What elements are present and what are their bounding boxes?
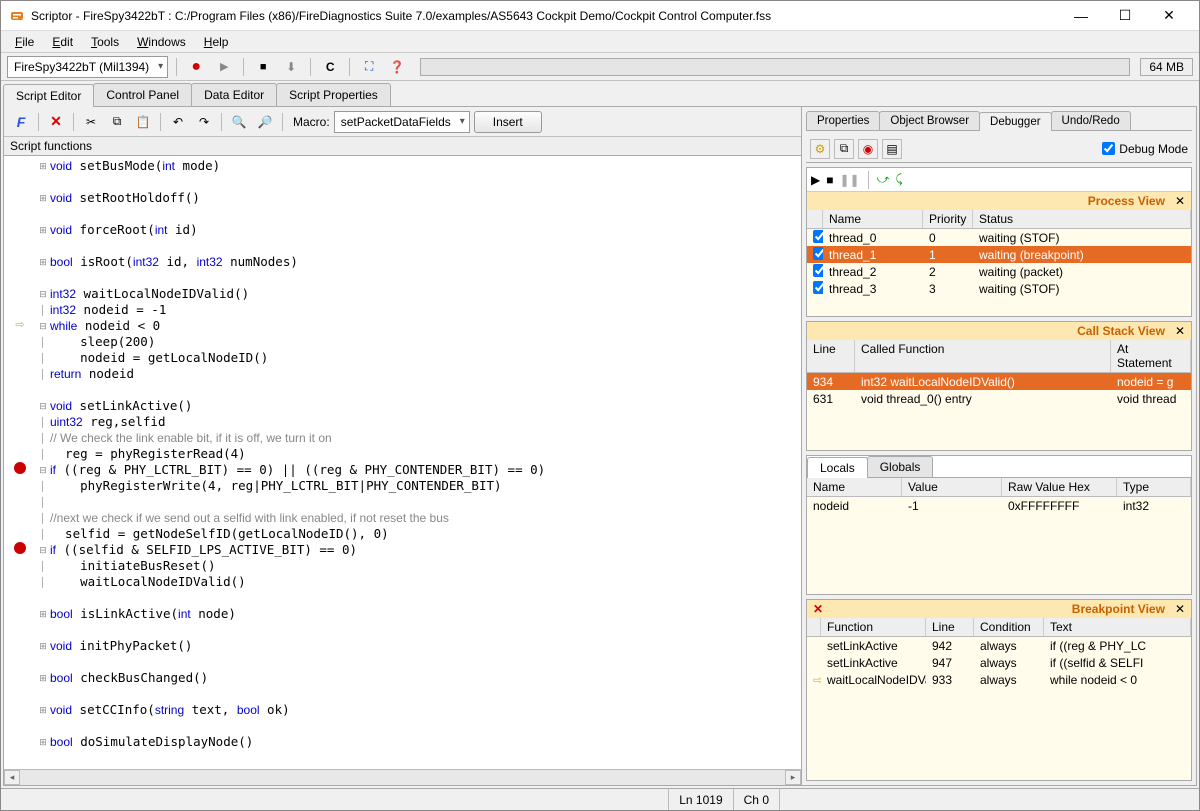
process-row[interactable]: thread_00waiting (STOF) (807, 229, 1191, 246)
app-icon (9, 8, 25, 24)
breakpoint-icon[interactable]: ◉ (858, 139, 878, 159)
callstack-title: Call Stack View (1077, 324, 1165, 338)
debug-mode-checkbox[interactable]: Debug Mode (1102, 142, 1188, 156)
step-into-icon[interactable]: ⤹ (895, 172, 902, 187)
tab-properties[interactable]: Properties (806, 111, 880, 130)
statusbar: Ln 1019 Ch 0 (1, 788, 1199, 810)
stop-icon[interactable]: ■ (826, 173, 833, 187)
breakpoint-panel: ✕ Breakpoint View ✕ Function Line Condit… (806, 599, 1192, 781)
breakpoint-row[interactable]: ⇨waitLocalNodeIDVali933alwayswhile nodei… (807, 671, 1191, 688)
minimize-button[interactable]: — (1059, 1, 1103, 31)
delete-button[interactable]: ✕ (45, 113, 67, 130)
pause-icon[interactable]: ❚❚ (839, 173, 859, 187)
callstack-close-icon[interactable]: ✕ (1175, 324, 1185, 338)
right-tabstrip: Properties Object Browser Debugger Undo/… (806, 111, 1192, 131)
menubar: File Edit Tools Windows Help (1, 31, 1199, 53)
breakpoint-row[interactable]: setLinkActive947alwaysif ((selfid & SELF… (807, 654, 1191, 671)
process-row[interactable]: thread_22waiting (packet) (807, 263, 1191, 280)
macro-combo[interactable]: setPacketDataFields (334, 111, 470, 133)
watch-icon[interactable]: ▤ (882, 139, 902, 159)
menu-edit[interactable]: Edit (44, 33, 81, 51)
tab-script-editor[interactable]: Script Editor (3, 84, 94, 107)
memory-indicator: 64 MB (1140, 58, 1193, 76)
editor-toolbar: F ✕ ✂ ⧉ 📋 ↶ ↷ 🔍 🔎 Macro: setPacketDataFi… (4, 107, 801, 137)
variables-panel: Locals Globals Name Value Raw Value Hex … (806, 455, 1192, 595)
process-view-panel: ▶ ■ ❚❚ ⤻ ⤹ Process View ✕ Name Priority (806, 167, 1192, 317)
main-tabstrip: Script Editor Control Panel Data Editor … (3, 83, 1197, 107)
maximize-button[interactable]: ☐ (1103, 1, 1147, 31)
tab-control-panel[interactable]: Control Panel (93, 83, 192, 106)
status-col: Ch 0 (733, 789, 779, 810)
find-replace-icon[interactable]: 🔎 (254, 111, 276, 133)
play-button[interactable]: ▶ (213, 56, 235, 78)
breakpoint-delete-icon[interactable]: ✕ (813, 602, 823, 616)
progress-bar (420, 58, 1130, 76)
window-title: Scriptor - FireSpy3422bT : C:/Program Fi… (31, 9, 1059, 23)
run-icon[interactable]: ▶ (811, 173, 820, 187)
gear-icon[interactable]: ⚙ (810, 139, 830, 159)
breakpoint-row[interactable]: setLinkActive942alwaysif ((reg & PHY_LC (807, 637, 1191, 654)
copy-icon[interactable]: ⧉ (106, 111, 128, 133)
breakpoint-title: Breakpoint View (1072, 602, 1165, 616)
help-button[interactable]: ❓ (386, 56, 408, 78)
process-view-close-icon[interactable]: ✕ (1175, 194, 1185, 208)
paste-icon[interactable]: 📋 (132, 111, 154, 133)
menu-help[interactable]: Help (196, 33, 237, 51)
find-icon[interactable]: 🔍 (228, 111, 250, 133)
tab-undo-redo[interactable]: Undo/Redo (1051, 111, 1131, 130)
c-button[interactable]: C (319, 56, 341, 78)
download-button[interactable]: ⬇ (280, 56, 302, 78)
debugger-toolbar: ⚙ ⧉ ◉ ▤ Debug Mode (806, 135, 1192, 163)
macro-label: Macro: (293, 115, 330, 129)
stop-button[interactable]: ■ (252, 56, 274, 78)
callstack-panel: Call Stack View ✕ Line Called Function A… (806, 321, 1192, 451)
tab-globals[interactable]: Globals (867, 456, 934, 477)
menu-file[interactable]: File (7, 33, 42, 51)
variable-row[interactable]: nodeid-10xFFFFFFFFint32 (807, 497, 1191, 514)
code-editor[interactable]: ⇨ ⊞void setBusMode(int mode)⊞void setRoo… (4, 156, 801, 769)
menu-windows[interactable]: Windows (129, 33, 194, 51)
status-line: Ln 1019 (668, 789, 732, 810)
device-combo[interactable]: FireSpy3422bT (Mil1394) (7, 56, 168, 78)
threads-icon[interactable]: ⧉ (834, 139, 854, 159)
tab-data-editor[interactable]: Data Editor (191, 83, 277, 106)
debugger-pane: Properties Object Browser Debugger Undo/… (802, 107, 1196, 785)
tab-object-browser[interactable]: Object Browser (879, 111, 980, 130)
expand-button[interactable]: ⛶ (358, 56, 380, 78)
undo-icon[interactable]: ↶ (167, 111, 189, 133)
insert-button[interactable]: Insert (474, 111, 542, 133)
main-toolbar: FireSpy3422bT (Mil1394) ● ▶ ■ ⬇ C ⛶ ❓ 64… (1, 53, 1199, 81)
step-over-icon[interactable]: ⤻ (877, 172, 890, 187)
close-button[interactable]: ✕ (1147, 1, 1191, 31)
callstack-row[interactable]: 934int32 waitLocalNodeIDValid()nodeid = … (807, 373, 1191, 390)
tab-locals[interactable]: Locals (807, 457, 868, 478)
cut-icon[interactable]: ✂ (80, 111, 102, 133)
callstack-row[interactable]: 631void thread_0() entryvoid thread (807, 390, 1191, 407)
breakpoint-close-icon[interactable]: ✕ (1175, 602, 1185, 616)
menu-tools[interactable]: Tools (83, 33, 127, 51)
process-row[interactable]: thread_33waiting (STOF) (807, 280, 1191, 297)
titlebar: Scriptor - FireSpy3422bT : C:/Program Fi… (1, 1, 1199, 31)
record-button[interactable]: ● (185, 56, 207, 78)
function-button[interactable]: F (10, 114, 32, 130)
redo-icon[interactable]: ↷ (193, 111, 215, 133)
process-view-title: Process View (1088, 194, 1165, 208)
script-functions-header: Script functions (4, 137, 801, 156)
tab-script-properties[interactable]: Script Properties (276, 83, 391, 106)
editor-pane: F ✕ ✂ ⧉ 📋 ↶ ↷ 🔍 🔎 Macro: setPacketDataFi… (4, 107, 802, 785)
process-row[interactable]: thread_11waiting (breakpoint) (807, 246, 1191, 263)
tab-debugger[interactable]: Debugger (979, 112, 1052, 131)
editor-h-scrollbar[interactable]: ◂▸ (4, 769, 801, 785)
